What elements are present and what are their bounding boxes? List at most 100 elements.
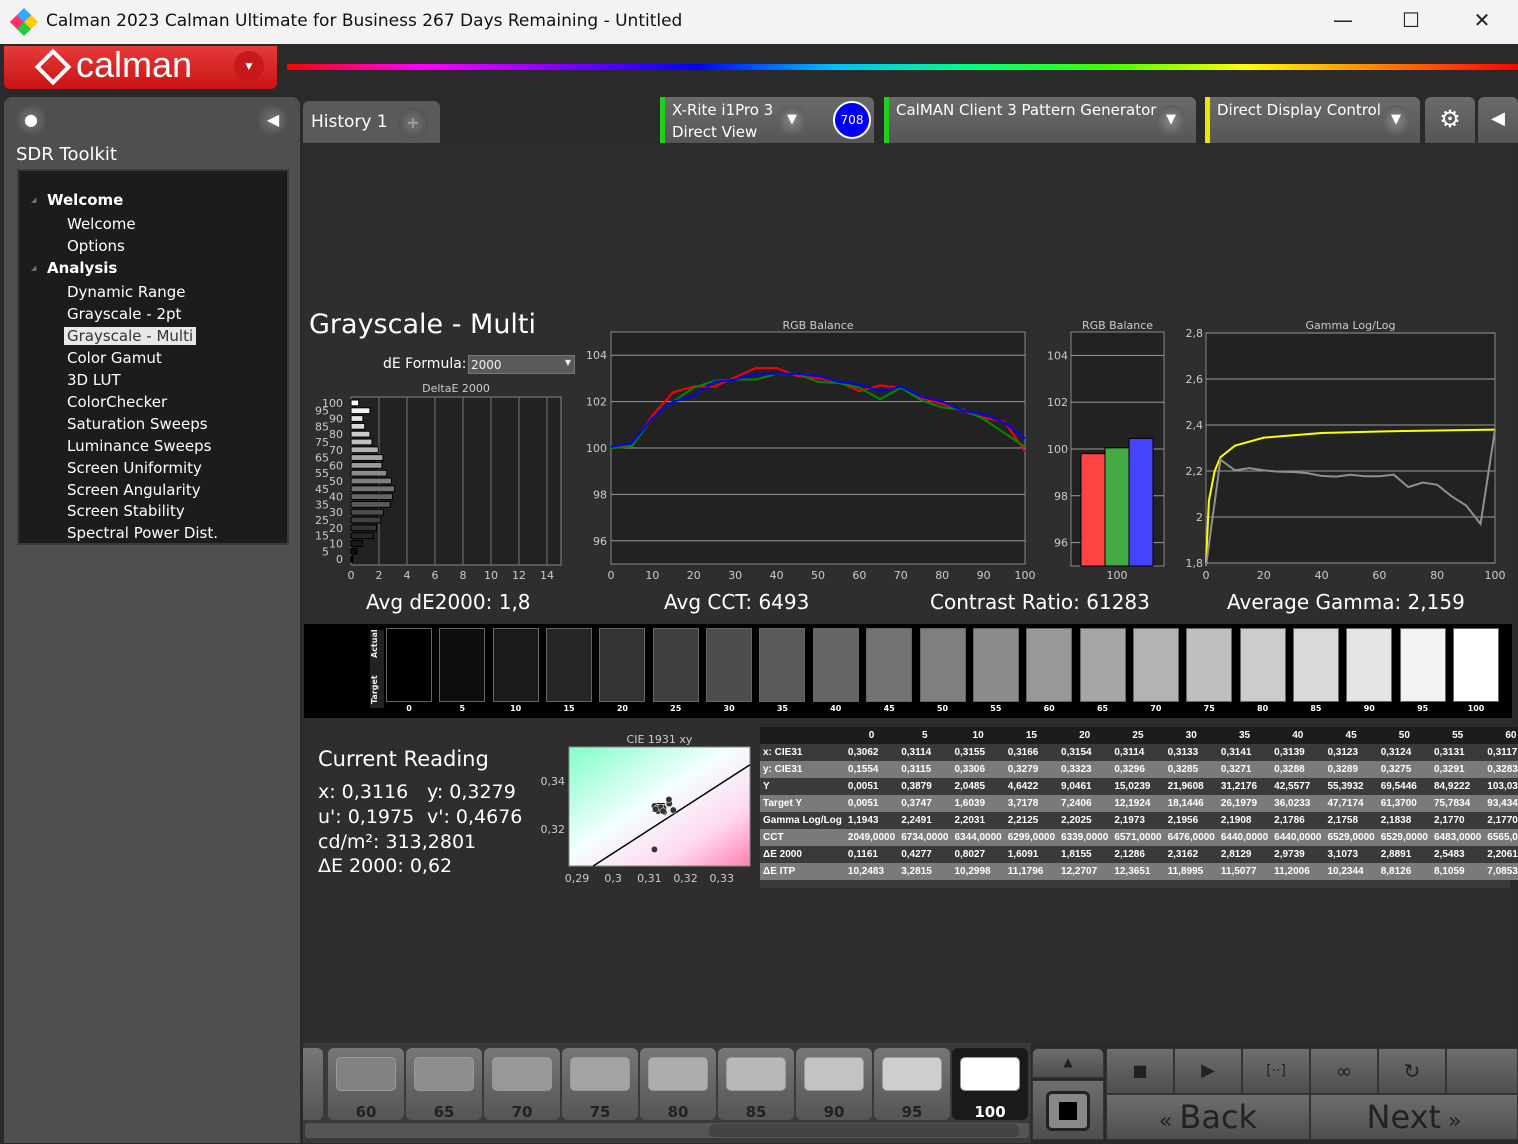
column-header: 50: [1377, 727, 1431, 744]
scroll-up-button[interactable]: ▲: [1032, 1048, 1104, 1078]
table-cell: 6440,0000: [1217, 829, 1272, 846]
scrollbar-thumb[interactable]: [709, 1124, 1019, 1137]
refresh-icon[interactable]: ↻: [1378, 1048, 1446, 1094]
table-cell: 3,7178: [1004, 795, 1059, 812]
delta-e-bar: [350, 501, 391, 508]
patch-button[interactable]: 85: [718, 1048, 794, 1121]
plot-area: [1205, 332, 1496, 564]
table-cell: 2,0485: [951, 778, 1005, 795]
patch-swatch: [492, 1057, 552, 1091]
gray-swatch: [599, 628, 646, 702]
table-cell: 2,1286: [1111, 846, 1165, 863]
swatch-label: 90: [1363, 704, 1375, 713]
delta-e-bar: [350, 555, 354, 563]
y-tick-label: 90: [329, 413, 343, 426]
grayscale-swatch-strip: Actual Target 0 5 10 15 20 25 30 35 40 45 50 55 60 65…: [304, 624, 1512, 718]
measure-once-icon[interactable]: [··]: [1242, 1048, 1310, 1094]
extra-control-button[interactable]: [1446, 1048, 1518, 1094]
patch-button[interactable]: 60: [328, 1048, 404, 1121]
table-cell: 36,0233: [1271, 795, 1325, 812]
swatch-label: 15: [563, 704, 575, 713]
stop-icon[interactable]: ■: [1106, 1048, 1174, 1094]
stop-pattern-button[interactable]: [1032, 1080, 1104, 1140]
swatch-label: 80: [1257, 704, 1269, 713]
patch-button[interactable]: 100: [952, 1048, 1028, 1121]
delta-e-bar: [350, 407, 371, 415]
table-cell: 2,1973: [1111, 812, 1165, 829]
swatch-label: 50: [936, 704, 949, 713]
column-header: 5: [898, 727, 952, 744]
y-tick-label: 0,34: [541, 775, 566, 788]
delta-e-bar: [350, 461, 383, 469]
patch-button[interactable]: 80: [640, 1048, 716, 1121]
x-tick-label: 40: [770, 569, 784, 582]
patch-button[interactable]: 70: [484, 1048, 560, 1121]
table-cell: 3,1073: [1324, 846, 1378, 863]
table-cell: 0,3133: [1164, 744, 1218, 761]
table-cell: 2,2491: [898, 812, 952, 829]
table-cell: 0,3062: [844, 744, 899, 761]
patch-button[interactable]: 95: [874, 1048, 950, 1121]
table-cell: 0,1554: [844, 761, 899, 778]
table-cell: 2,8891: [1377, 846, 1431, 863]
y-tick-label: 30: [329, 506, 343, 519]
patch-swatch: [414, 1057, 474, 1091]
gray-swatch: [1026, 628, 1073, 702]
x-tick-label: 2: [376, 569, 383, 582]
table-cell: 10,2344: [1324, 863, 1378, 880]
patch-button[interactable]: 65: [406, 1048, 482, 1121]
x-tick-label: 100: [1485, 569, 1506, 582]
table-scrollbar[interactable]: [760, 880, 1510, 888]
patch-label: 85: [745, 1103, 767, 1121]
swatch-label: 60: [1043, 704, 1055, 713]
delta-e-bar: [350, 469, 388, 477]
table-cell: 8,8126: [1377, 863, 1431, 880]
y-tick-label: 102: [1047, 396, 1068, 409]
patch-button[interactable]: 90: [796, 1048, 872, 1121]
avg-cct-stat: Avg CCT: 6493: [664, 590, 810, 614]
patch-button-partial[interactable]: [303, 1048, 323, 1120]
swatch-label: 35: [776, 704, 788, 713]
table-cell: 12,3651: [1111, 863, 1165, 880]
patch-label: 95: [901, 1103, 923, 1121]
table-cell: 6476,0000: [1164, 829, 1218, 846]
y-tick-label: 80: [329, 428, 343, 441]
y-tick-label: 104: [586, 349, 607, 362]
x-tick-label: 0,31: [637, 872, 662, 885]
table-cell: 31,2176: [1217, 778, 1272, 795]
column-header: 15: [1004, 727, 1059, 744]
target-label: Target: [370, 675, 379, 704]
table-row: y: CIE31 0,1554 0,3115 0,3306 0,3279 0,3323 0,…: [760, 761, 1518, 778]
reading-x: x: 0,3116: [318, 781, 409, 803]
x-tick-label: 4: [404, 569, 411, 582]
table-cell: 0,3283: [1484, 761, 1518, 778]
y-tick-label: 102: [586, 396, 607, 409]
patch-label: 75: [589, 1103, 611, 1121]
continuous-loop-icon[interactable]: ∞: [1310, 1048, 1378, 1094]
patch-scrollbar[interactable]: [305, 1123, 1029, 1138]
swatch-label: 85: [1310, 704, 1322, 713]
table-cell: 2,1770: [1431, 812, 1485, 829]
swatch-label: 100: [1467, 704, 1485, 713]
table-cell: 18,1446: [1164, 795, 1218, 812]
table-cell: 0,0051: [844, 778, 899, 795]
table-cell: 55,3932: [1324, 778, 1378, 795]
delta-e-bar: [350, 547, 358, 555]
next-button[interactable]: Next »: [1310, 1094, 1518, 1140]
actual-label: Actual: [370, 629, 379, 658]
patch-button[interactable]: 75: [562, 1048, 638, 1121]
x-tick-label: 80: [1430, 569, 1444, 582]
measured-point: [650, 845, 658, 853]
x-tick-label: 70: [894, 569, 908, 582]
measured-point: [669, 806, 677, 814]
play-icon[interactable]: ▶: [1174, 1048, 1242, 1094]
x-tick-label: 12: [512, 569, 526, 582]
swatch-label: 20: [616, 704, 628, 713]
table-cell: 0,8027: [951, 846, 1005, 863]
back-button[interactable]: « Back: [1106, 1094, 1310, 1140]
table-cell: 2,2025: [1058, 812, 1112, 829]
gray-swatch: [439, 628, 486, 702]
table-cell: 47,7174: [1324, 795, 1378, 812]
row-label: Y: [760, 778, 845, 795]
swatch-label: 70: [1150, 704, 1162, 713]
